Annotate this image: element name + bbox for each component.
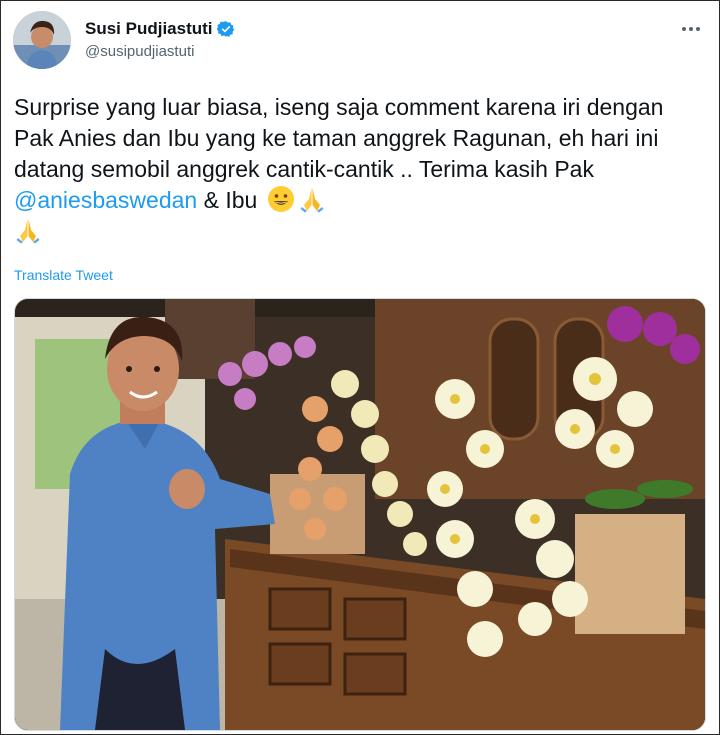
translate-tweet-link[interactable]: Translate Tweet [14, 267, 113, 283]
tweet-header: Susi Pudjiastuti @susipudjiastuti [13, 11, 709, 75]
tweet-text-part-2: & Ibu [197, 187, 264, 213]
grinning-face-emoji-icon [267, 185, 295, 213]
verified-badge-icon [216, 20, 235, 38]
tweet-photo[interactable] [14, 298, 706, 731]
folded-hands-emoji-icon-2 [14, 216, 42, 244]
mention-link[interactable]: @aniesbaswedan [14, 187, 197, 213]
display-name[interactable]: Susi Pudjiastuti [85, 19, 213, 39]
tweet-card: Susi Pudjiastuti @susipudjiastuti Surpri… [0, 0, 720, 735]
handle[interactable]: @susipudjiastuti [85, 43, 194, 60]
tweet-text-part-1: Surprise yang luar biasa, iseng saja com… [14, 94, 664, 182]
folded-hands-emoji-icon [298, 185, 326, 213]
tweet-text: Surprise yang luar biasa, iseng saja com… [14, 92, 704, 247]
avatar[interactable] [13, 11, 71, 69]
more-horizontal-icon[interactable] [677, 17, 705, 41]
